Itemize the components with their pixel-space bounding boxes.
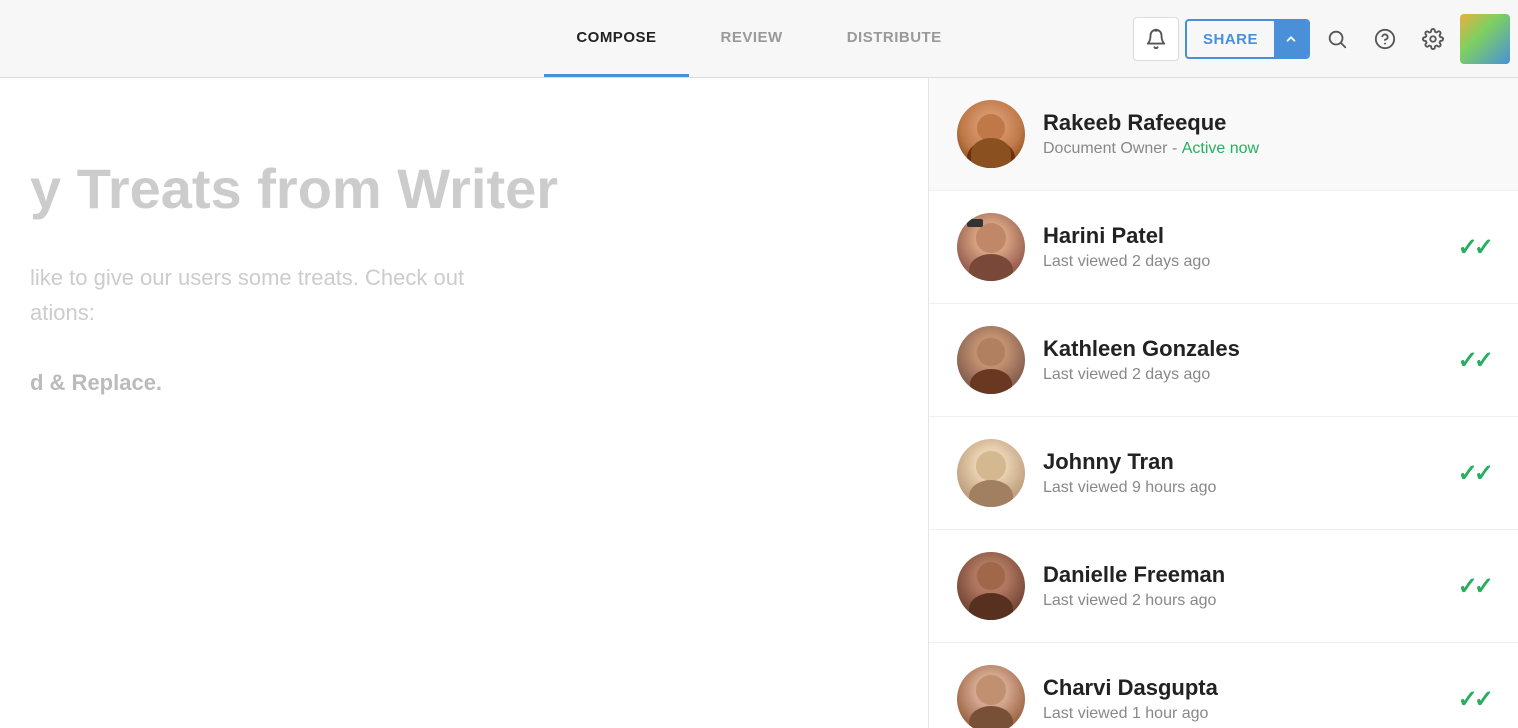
user-row-danielle[interactable]: Danielle Freeman Last viewed 2 hours ago… — [929, 530, 1518, 643]
user-row-charvi[interactable]: Charvi Dasgupta Last viewed 1 hour ago ✓… — [929, 643, 1518, 728]
chevron-up-icon — [1284, 32, 1298, 46]
share-button[interactable]: SHARE — [1185, 19, 1310, 59]
user-info-rakeeb: Rakeeb Rafeeque Document Owner - Active … — [1043, 110, 1490, 158]
notification-button[interactable] — [1133, 17, 1179, 61]
viewed-check-johnny: ✓✓ — [1458, 459, 1490, 488]
user-status-danielle: Last viewed 2 hours ago — [1043, 592, 1440, 610]
help-icon — [1374, 28, 1396, 50]
user-info-charvi: Charvi Dasgupta Last viewed 1 hour ago — [1043, 675, 1440, 723]
document-body: like to give our users some treats. Chec… — [30, 260, 870, 401]
viewed-check-danielle: ✓✓ — [1458, 572, 1490, 601]
avatar-rakeeb — [957, 100, 1025, 168]
viewed-check-harini: ✓✓ — [1458, 233, 1490, 262]
active-now-badge: Active now — [1182, 140, 1259, 157]
user-info-danielle: Danielle Freeman Last viewed 2 hours ago — [1043, 562, 1440, 610]
share-label: SHARE — [1187, 31, 1274, 48]
tab-compose[interactable]: COMPOSE — [544, 0, 688, 77]
user-status-johnny: Last viewed 9 hours ago — [1043, 479, 1440, 497]
avatar-harini — [957, 213, 1025, 281]
viewed-check-kathleen: ✓✓ — [1458, 346, 1490, 375]
document-content: y Treats from Writer like to give our us… — [0, 78, 930, 460]
avatar-kathleen — [957, 326, 1025, 394]
document-title: y Treats from Writer — [30, 158, 870, 220]
search-button[interactable] — [1316, 18, 1358, 60]
viewed-check-charvi: ✓✓ — [1458, 685, 1490, 714]
user-name-kathleen: Kathleen Gonzales — [1043, 336, 1440, 362]
user-status-charvi: Last viewed 1 hour ago — [1043, 705, 1440, 723]
user-name-johnny: Johnny Tran — [1043, 449, 1440, 475]
user-status-rakeeb: Document Owner - Active now — [1043, 140, 1490, 158]
search-icon — [1326, 28, 1348, 50]
tab-distribute[interactable]: DISTRIBUTE — [815, 0, 974, 77]
user-name-charvi: Charvi Dasgupta — [1043, 675, 1440, 701]
user-name-harini: Harini Patel — [1043, 223, 1440, 249]
nav-tabs: COMPOSE REVIEW DISTRIBUTE — [544, 0, 973, 77]
user-info-kathleen: Kathleen Gonzales Last viewed 2 days ago — [1043, 336, 1440, 384]
user-avatar-button[interactable] — [1460, 14, 1510, 64]
user-row-harini[interactable]: Harini Patel Last viewed 2 days ago ✓✓ — [929, 191, 1518, 304]
header-right-actions: SHARE — [1133, 0, 1518, 78]
avatar-charvi — [957, 665, 1025, 728]
settings-button[interactable] — [1412, 18, 1454, 60]
user-row-rakeeb[interactable]: Rakeeb Rafeeque Document Owner - Active … — [929, 78, 1518, 191]
user-name-rakeeb: Rakeeb Rafeeque — [1043, 110, 1490, 136]
help-button[interactable] — [1364, 18, 1406, 60]
user-info-johnny: Johnny Tran Last viewed 9 hours ago — [1043, 449, 1440, 497]
user-row-johnny[interactable]: Johnny Tran Last viewed 9 hours ago ✓✓ — [929, 417, 1518, 530]
share-dropdown-panel: Rakeeb Rafeeque Document Owner - Active … — [928, 78, 1518, 728]
settings-icon — [1422, 28, 1444, 50]
header: COMPOSE REVIEW DISTRIBUTE SHARE — [0, 0, 1518, 78]
avatar-danielle — [957, 552, 1025, 620]
tab-review[interactable]: REVIEW — [689, 0, 815, 77]
user-status-harini: Last viewed 2 days ago — [1043, 253, 1440, 271]
user-info-harini: Harini Patel Last viewed 2 days ago — [1043, 223, 1440, 271]
document-area: y Treats from Writer like to give our us… — [0, 78, 930, 728]
avatar-johnny — [957, 439, 1025, 507]
user-row-kathleen[interactable]: Kathleen Gonzales Last viewed 2 days ago… — [929, 304, 1518, 417]
user-name-danielle: Danielle Freeman — [1043, 562, 1440, 588]
share-arrow[interactable] — [1274, 21, 1308, 57]
notification-icon — [1145, 28, 1167, 50]
user-status-kathleen: Last viewed 2 days ago — [1043, 366, 1440, 384]
